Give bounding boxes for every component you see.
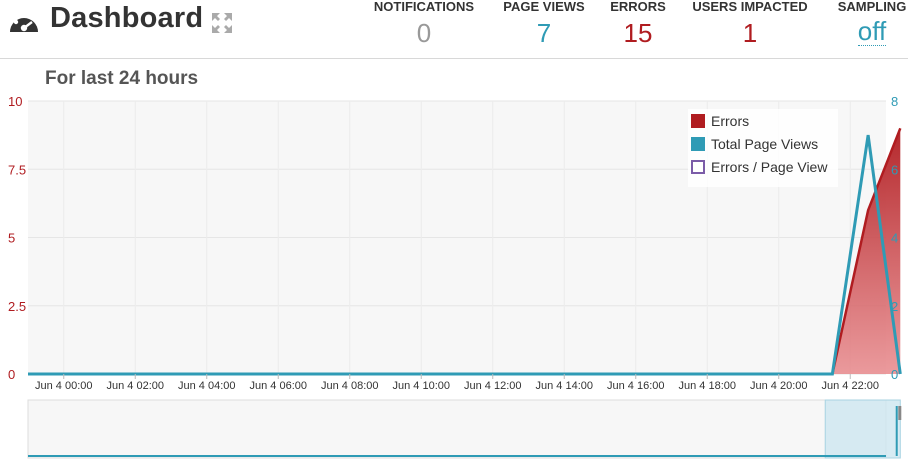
chart-section-title: For last 24 hours (45, 68, 199, 89)
legend-page-views-swatch (691, 137, 705, 151)
stat-errors-value: 15 (623, 18, 653, 48)
legend-ratio-swatch (691, 160, 705, 174)
x-axis-tick-label: Jun 4 02:00 (107, 380, 165, 392)
x-axis-tick-label: Jun 4 08:00 (321, 380, 379, 392)
right-axis-tick-label: 6 (891, 162, 898, 177)
x-axis-tick-label: Jun 4 00:00 (35, 380, 93, 392)
right-axis-tick-label: 0 (891, 367, 898, 382)
left-axis-tick-label: 2.5 (8, 299, 26, 314)
navigator-selection-window (824, 399, 901, 459)
legend-item-errors[interactable]: Errors (691, 112, 749, 130)
right-axis-tick-label: 8 (891, 94, 898, 109)
left-axis-tick-label: 0 (8, 367, 15, 382)
legend-ratio-label: Errors / Page View (711, 159, 828, 175)
stat-users-impacted[interactable]: USERS IMPACTED 1 (686, 0, 814, 48)
stat-sampling-label: SAMPLING (837, 0, 907, 14)
left-axis-tick-label: 10 (8, 94, 22, 109)
x-axis-tick-label: Jun 4 06:00 (250, 380, 308, 392)
sampling-toggle-link[interactable]: off (857, 18, 887, 46)
stat-errors[interactable]: ERRORS 15 (604, 0, 672, 48)
legend-page-views-label: Total Page Views (711, 136, 819, 152)
left-axis-tick-label: 5 (8, 231, 15, 246)
stat-users-impacted-label: USERS IMPACTED (692, 0, 808, 14)
legend-item-ratio[interactable]: Errors / Page View (691, 158, 827, 176)
legend-errors-swatch (691, 114, 705, 128)
stat-errors-label: ERRORS (610, 0, 666, 14)
stat-page-views[interactable]: PAGE VIEWS 7 (494, 0, 594, 48)
left-axis-tick-label: 7.5 (8, 162, 26, 177)
right-axis-tick-label: 4 (891, 231, 898, 246)
stat-notifications[interactable]: NOTIFICATIONS 0 (366, 0, 482, 48)
chart-legend: Errors Total Page Views Errors / Page Vi… (688, 109, 838, 187)
stat-users-impacted-value: 1 (742, 18, 758, 48)
stat-sampling: SAMPLING off (830, 0, 908, 46)
x-axis-tick-label: Jun 4 12:00 (464, 380, 522, 392)
stat-page-views-label: PAGE VIEWS (503, 0, 585, 14)
dashboard-gauge-icon (10, 11, 38, 32)
x-axis-tick-label: Jun 4 10:00 (393, 380, 451, 392)
navigator-background (27, 399, 887, 459)
x-axis-tick-label: Jun 4 20:00 (750, 380, 808, 392)
stat-notifications-label: NOTIFICATIONS (373, 0, 475, 14)
right-axis-tick-label: 2 (891, 299, 898, 314)
expand-icon[interactable] (210, 11, 234, 35)
dashboard-header: Dashboard NOTIFICATIONS 0 PAGE VIEWS 7 E… (0, 0, 908, 59)
x-axis-tick-label: Jun 4 22:00 (822, 380, 880, 392)
x-axis-tick-label: Jun 4 14:00 (536, 380, 594, 392)
legend-item-page-views[interactable]: Total Page Views (691, 135, 818, 153)
navigator-handle (898, 406, 902, 420)
x-axis-tick-label: Jun 4 16:00 (607, 380, 665, 392)
x-axis-tick-label: Jun 4 04:00 (178, 380, 236, 392)
page-title: Dashboard (50, 2, 204, 34)
range-navigator[interactable] (0, 398, 908, 471)
x-axis-tick-label: Jun 4 18:00 (679, 380, 737, 392)
stat-page-views-value: 7 (536, 18, 552, 48)
legend-errors-label: Errors (711, 113, 750, 129)
stat-notifications-value: 0 (416, 18, 432, 48)
